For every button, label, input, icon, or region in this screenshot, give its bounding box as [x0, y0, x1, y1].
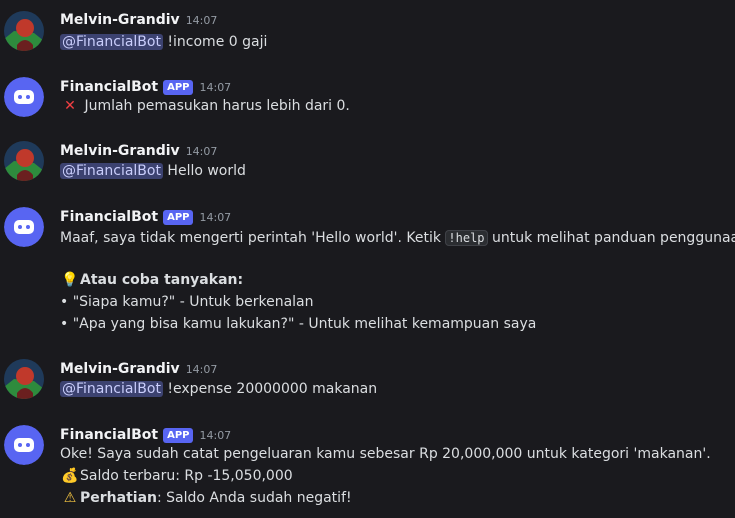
timestamp: 14:07 — [199, 210, 232, 224]
message-text: !income 0 gaji — [167, 34, 268, 50]
message-user: Melvin-Grandiv 14:07 @FinancialBot Hello… — [0, 141, 735, 187]
message-text: Hello world — [167, 163, 246, 179]
app-badge: APP — [163, 209, 194, 225]
message-user: Melvin-Grandiv 14:07 @FinancialBot !inco… — [0, 10, 735, 56]
app-badge: APP — [163, 427, 194, 443]
list-item: • "Apa yang bisa kamu lakukan?" - Untuk … — [60, 316, 537, 332]
timestamp: 14:07 — [185, 144, 218, 158]
author-name[interactable]: Melvin-Grandiv — [60, 143, 180, 159]
mention[interactable]: @FinancialBot — [60, 34, 163, 50]
message-content: ✕ Jumlah pemasukan harus lebih dari 0. — [60, 95, 350, 117]
app-badge: APP — [163, 79, 194, 95]
message-bot: FinancialBot APP 14:07 ✕ Jumlah pemasuka… — [0, 77, 735, 123]
list-item: • "Siapa kamu?" - Untuk berkenalan — [60, 294, 314, 310]
timestamp: 14:07 — [199, 80, 232, 94]
author-name[interactable]: Melvin-Grandiv — [60, 361, 180, 377]
author-name[interactable]: FinancialBot — [60, 209, 158, 225]
message-user: Melvin-Grandiv 14:07 @FinancialBot !expe… — [0, 359, 735, 405]
author-name[interactable]: FinancialBot — [60, 427, 158, 443]
bot-avatar[interactable] — [4, 207, 44, 247]
message-text: Oke! Saya sudah catat pengeluaran kamu s… — [60, 446, 711, 462]
light-bulb-icon: 💡 — [61, 272, 79, 288]
author-name[interactable]: Melvin-Grandiv — [60, 12, 180, 28]
warning-line: ⚠ Perhatian: Saldo Anda sudah negatif! — [60, 487, 352, 509]
message-content: Maaf, saya tidak mengerti perintah 'Hell… — [60, 227, 735, 249]
message-text: Jumlah pemasukan harus lebih dari 0. — [84, 98, 350, 114]
message-content: @FinancialBot Hello world — [60, 160, 246, 182]
inline-code: !help — [445, 230, 488, 246]
timestamp: 14:07 — [185, 13, 218, 27]
message-content: @FinancialBot !income 0 gaji — [60, 31, 267, 53]
bot-avatar[interactable] — [4, 425, 44, 465]
message-content: @FinancialBot !expense 20000000 makanan — [60, 378, 377, 400]
message-text: Maaf, saya tidak mengerti perintah 'Hell… — [60, 230, 446, 246]
tip-heading: 💡Atau coba tanyakan: — [60, 269, 243, 291]
cross-mark-icon: ✕ — [64, 98, 76, 114]
timestamp: 14:07 — [185, 362, 218, 376]
message-bot: FinancialBot APP 14:07 Maaf, saya tidak … — [0, 207, 735, 337]
mention[interactable]: @FinancialBot — [60, 381, 163, 397]
user-avatar[interactable] — [4, 359, 44, 399]
message-bot: FinancialBot APP 14:07 Oke! Saya sudah c… — [0, 425, 735, 515]
bot-avatar[interactable] — [4, 77, 44, 117]
user-avatar[interactable] — [4, 141, 44, 181]
timestamp: 14:07 — [199, 428, 232, 442]
money-bag-icon: 💰 — [61, 468, 79, 484]
mention[interactable]: @FinancialBot — [60, 163, 163, 179]
author-name[interactable]: FinancialBot — [60, 79, 158, 95]
warning-icon: ⚠ — [63, 490, 77, 506]
user-avatar[interactable] — [4, 11, 44, 51]
message-text: untuk melihat panduan penggunaan. — [487, 230, 735, 246]
message-text: !expense 20000000 makanan — [167, 381, 378, 397]
balance-line: 💰Saldo terbaru: Rp -15,050,000 — [60, 465, 292, 487]
